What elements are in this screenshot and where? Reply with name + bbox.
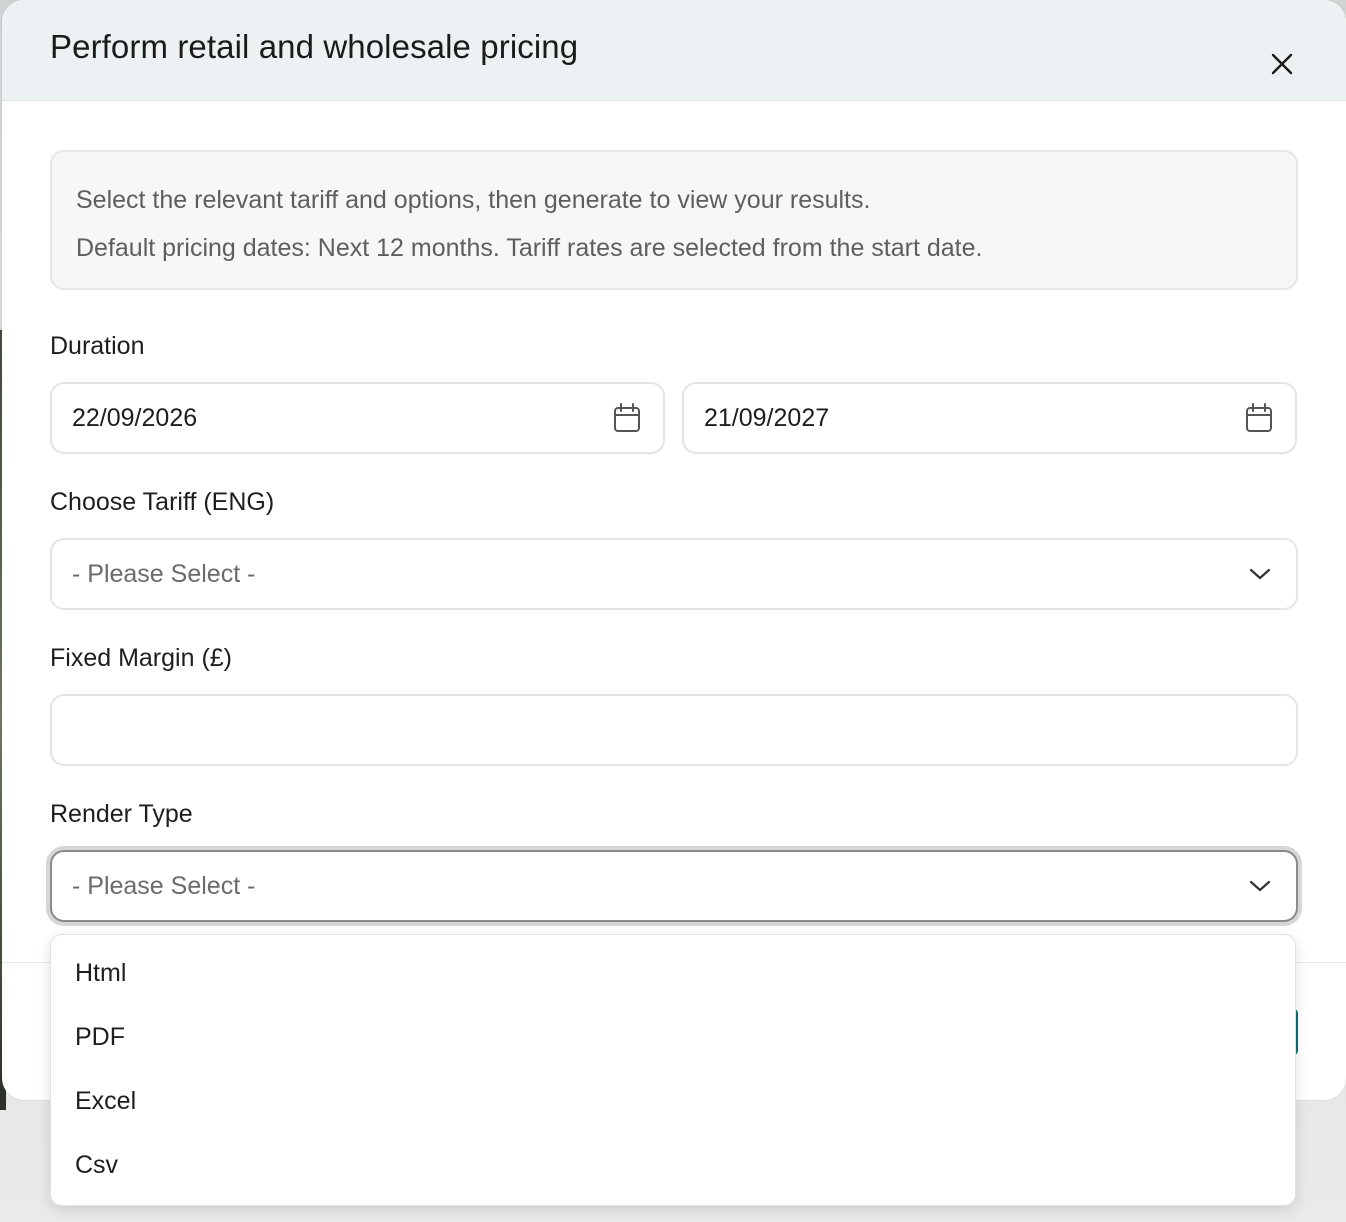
start-date-input[interactable]: 22/09/2026 [50,382,665,454]
close-button[interactable] [1264,46,1300,82]
render-type-label: Render Type [50,800,193,828]
info-box: Select the relevant tariff and options, … [50,150,1298,290]
tariff-select-value: - Please Select - [72,559,256,588]
tariff-select[interactable]: - Please Select - [50,538,1298,610]
tariff-label: Choose Tariff (ENG) [50,488,275,516]
render-option-html[interactable]: Html [51,941,1295,1005]
fixed-margin-input[interactable] [50,694,1298,766]
modal-header: Perform retail and wholesale pricing [2,0,1346,101]
calendar-icon[interactable] [611,402,643,434]
info-line-2: Default pricing dates: Next 12 months. T… [76,234,983,262]
margin-label: Fixed Margin (£) [50,644,232,672]
duration-label: Duration [50,332,145,360]
info-line-1: Select the relevant tariff and options, … [76,186,871,214]
end-date-input[interactable]: 21/09/2027 [682,382,1297,454]
render-option-excel[interactable]: Excel [51,1069,1295,1133]
render-option-pdf[interactable]: PDF [51,1005,1295,1069]
render-type-select-value: - Please Select - [72,871,256,900]
chevron-down-icon [1244,558,1276,590]
calendar-icon[interactable] [1243,402,1275,434]
render-type-dropdown: Html PDF Excel Csv [50,934,1296,1206]
render-option-csv[interactable]: Csv [51,1133,1295,1197]
chevron-down-icon [1244,870,1276,902]
start-date-value: 22/09/2026 [72,403,198,432]
render-type-select[interactable]: - Please Select - [50,850,1298,922]
modal-title: Perform retail and wholesale pricing [50,28,579,65]
end-date-value: 21/09/2027 [704,403,830,432]
close-icon [1271,53,1293,75]
